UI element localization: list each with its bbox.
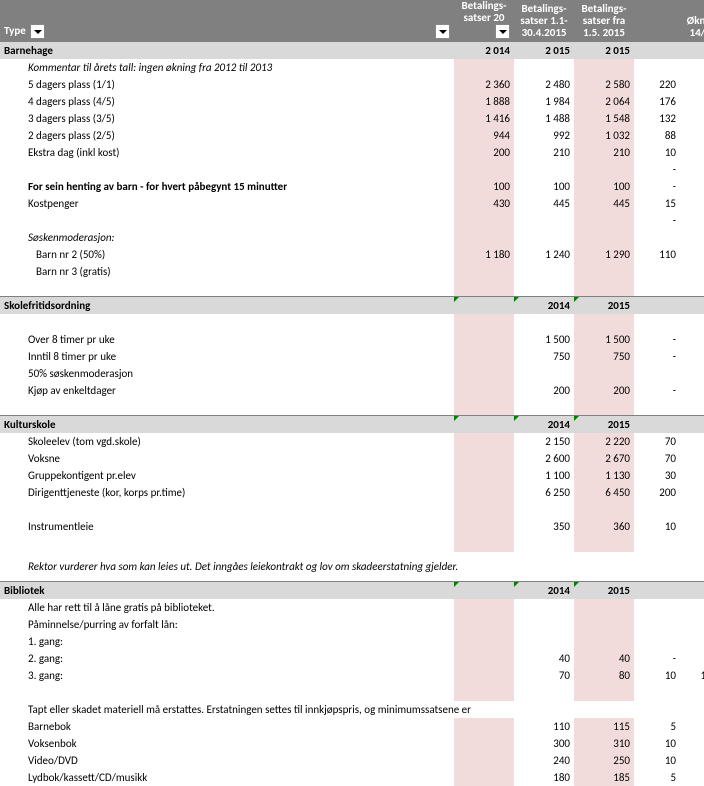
comment-row: Kommentar til årets tall: ingen økning f… bbox=[0, 59, 704, 76]
table-row: Kjøp av enkeltdager200200-0 % bbox=[0, 382, 704, 399]
table-row: - bbox=[0, 161, 704, 178]
table-row: Skoleelev (tom vgd.skole)2 1502 220703 % bbox=[0, 433, 704, 450]
table-row: Video/DVD240250104 % bbox=[0, 752, 704, 769]
table-row: Påminnelse/purring av forfalt lån: bbox=[0, 616, 704, 633]
header-row: Type Betalings-satser 20 Betalings-satse… bbox=[0, 0, 704, 42]
spacer-row bbox=[0, 399, 704, 416]
table-row: - bbox=[0, 212, 704, 229]
year-cell: 2014 bbox=[514, 297, 574, 314]
section-barnehage: Barnehage 2 014 2 015 2 015 bbox=[0, 42, 704, 59]
year-cell: 2 015 bbox=[574, 42, 634, 59]
table-row: Gruppekontigent pr.elev1 1001 130303 % bbox=[0, 467, 704, 484]
table-row: Voksenbok300310103 % bbox=[0, 735, 704, 752]
spacer-row bbox=[0, 684, 704, 701]
table-row: Barn nr 3 (gratis) bbox=[0, 263, 704, 280]
col-header-2: Betalings-satser 1.1-30.4.2015 bbox=[514, 0, 574, 42]
table-row: 5 dagers plass (1/1)2 3602 4802 5802209 … bbox=[0, 76, 704, 93]
table-row: Barn nr 2 (50%)1 1801 2401 2901109 % bbox=[0, 246, 704, 263]
year-cell: 2015 bbox=[574, 416, 634, 433]
year-cell: 2 014 bbox=[454, 42, 514, 59]
table-row: Dirigenttjeneste (kor, korps pr.time)6 2… bbox=[0, 484, 704, 501]
table-row: 2 dagers plass (2/5)9449921 032889 % bbox=[0, 127, 704, 144]
table-row: Søskenmoderasjon: bbox=[0, 229, 704, 246]
year-cell: 2015 bbox=[574, 582, 634, 599]
year-cell: 2015 bbox=[574, 297, 634, 314]
type-header-label: Type bbox=[4, 24, 26, 37]
spacer-row bbox=[0, 314, 704, 331]
table-row: 4 dagers plass (4/5)1 8881 9842 0641769 … bbox=[0, 93, 704, 110]
section-kulturskole: Kulturskole 2014 2015 bbox=[0, 416, 704, 433]
table-row: Lydbok/kassett/CD/musikk18018553 % bbox=[0, 769, 704, 786]
filter-dropdown-icon[interactable] bbox=[495, 24, 510, 39]
table-row: Instrumentleie350360103 % bbox=[0, 518, 704, 535]
section-sfo: Skolefritidsordning 2014 2015 bbox=[0, 297, 704, 314]
table-row: For sein henting av barn - for hvert påb… bbox=[0, 178, 704, 195]
table-row: Inntil 8 timer pr uke750750-0 % bbox=[0, 348, 704, 365]
table-row: Alle har rett til å låne gratis på bibli… bbox=[0, 599, 704, 616]
table-row: 1. gang: bbox=[0, 633, 704, 650]
filter-dropdown-icon[interactable] bbox=[30, 24, 45, 39]
table-row: Ekstra dag (inkl kost)200210210105 % bbox=[0, 144, 704, 161]
section-bibliotek: Bibliotek 2014 2015 bbox=[0, 582, 704, 599]
section-title: Barnehage bbox=[0, 42, 454, 59]
year-cell: 2014 bbox=[514, 416, 574, 433]
col-header-1: Betalings-satser 20 bbox=[454, 0, 514, 42]
section-title: Bibliotek bbox=[0, 582, 454, 599]
spacer-row bbox=[0, 280, 704, 297]
table-row: Voksne2 6002 670703 % bbox=[0, 450, 704, 467]
rates-table: Type Betalings-satser 20 Betalings-satse… bbox=[0, 0, 704, 786]
year-cell: 2 015 bbox=[514, 42, 574, 59]
table-row: 3. gang:70801014 % bbox=[0, 667, 704, 684]
table-row: 3 dagers plass (3/5)1 4161 4881 5481329 … bbox=[0, 110, 704, 127]
note-row: Rektor vurderer hva som kan leies ut. De… bbox=[0, 552, 704, 582]
table-row: Over 8 timer pr uke1 5001 500-0 % bbox=[0, 331, 704, 348]
filter-dropdown-icon[interactable] bbox=[435, 24, 450, 39]
table-row: Barnebok11011555 % bbox=[0, 718, 704, 735]
section-title: Kulturskole bbox=[0, 416, 454, 433]
spacer-row bbox=[0, 501, 704, 518]
table-row: 2. gang:4040-0 % bbox=[0, 650, 704, 667]
spacer-row bbox=[0, 535, 704, 552]
note-row: Tapt eller skadet materiell må erstattes… bbox=[0, 701, 704, 718]
col-header-3: Betalings-satser fra 1.5. 2015 bbox=[574, 0, 634, 42]
section-title: Skolefritidsordning bbox=[0, 297, 454, 314]
year-cell: 2014 bbox=[514, 582, 574, 599]
table-row: Kostpenger430445445153 % bbox=[0, 195, 704, 212]
table-row: 50% søskenmoderasjon bbox=[0, 365, 704, 382]
col-header-5: Økning 14/15 bbox=[680, 0, 704, 42]
